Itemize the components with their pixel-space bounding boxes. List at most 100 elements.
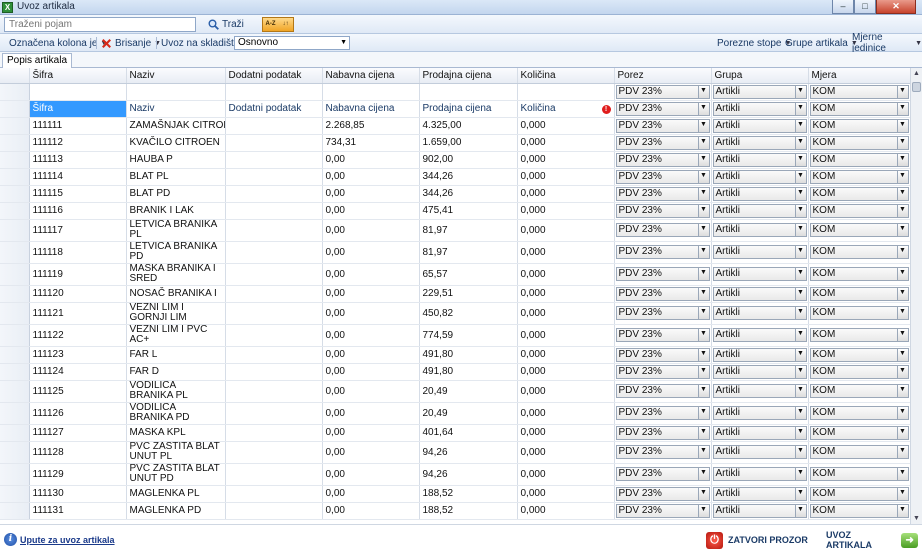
import-items-button[interactable]: UVOZ ARTIKALA ➜ bbox=[826, 530, 918, 550]
cell-sifra[interactable]: 111124 bbox=[29, 363, 127, 381]
cell-naziv[interactable]: VODILICA BRANIKA PD bbox=[126, 402, 226, 425]
mjera-dropdown[interactable]: KOM ▼ bbox=[809, 425, 909, 440]
delete-menu[interactable]: Brisanje ▼ bbox=[101, 36, 161, 50]
cell-dodatni[interactable] bbox=[225, 402, 323, 425]
cell-prodajna[interactable]: 344,26 bbox=[419, 185, 518, 203]
table-row[interactable]: 111129 PVC ZAŠTITA BLAT UNUT PD 0,00 94,26 0… bbox=[0, 463, 910, 486]
table-row[interactable]: 111113 HAUBA P 0,00 902,00 0,000 PDV 23% ▼ Arti… bbox=[0, 151, 910, 169]
cell-kolicina[interactable]: 0,000 bbox=[517, 219, 615, 242]
cell-sifra[interactable]: 111123 bbox=[29, 346, 127, 364]
mjera-dropdown[interactable]: KOM ▼ bbox=[809, 186, 909, 201]
cell-prodajna[interactable]: 401,64 bbox=[419, 424, 518, 442]
cell-kolicina[interactable]: 0,000 bbox=[517, 134, 615, 152]
cell-prodajna[interactable]: 20,49 bbox=[419, 380, 518, 403]
porez-dropdown[interactable]: PDV 23% ▼ bbox=[615, 306, 710, 320]
col-header-sifra[interactable]: Šifra bbox=[29, 68, 127, 84]
porez-dropdown[interactable]: PDV 23% ▼ bbox=[615, 364, 710, 379]
table-row[interactable]: 111130 MAGLENKA PL 0,00 188,52 0,000 PDV 23% ▼… bbox=[0, 485, 910, 503]
maximize-button[interactable]: □ bbox=[854, 0, 876, 14]
cell-kolicina[interactable]: 0,000 bbox=[517, 424, 615, 442]
porez-dropdown[interactable]: PDV 23% ▼ bbox=[615, 328, 710, 342]
grupa-dropdown[interactable]: Artikli ▼ bbox=[712, 267, 807, 281]
mjera-dropdown[interactable]: KOM ▼ bbox=[809, 384, 909, 398]
grupa-dropdown[interactable]: Artikli ▼ bbox=[712, 486, 807, 501]
cell-prodajna[interactable]: 229,51 bbox=[419, 285, 518, 303]
cell-naziv[interactable]: ZAMAŠNJAK CITROEN bbox=[126, 117, 226, 135]
porez-dropdown[interactable]: PDV 23% ▼ bbox=[615, 267, 710, 281]
table-row[interactable]: 111120 NOSAČ BRANIKA I 0,00 229,51 0,000 PDV … bbox=[0, 285, 910, 303]
mjera-dropdown[interactable]: KOM ▼ bbox=[809, 364, 909, 379]
cell-naziv[interactable]: VODILICA BRANIKA PL bbox=[126, 380, 226, 403]
cell-prodajna[interactable]: 774,59 bbox=[419, 324, 518, 347]
col-header-mjera[interactable]: Mjera bbox=[808, 68, 910, 84]
porez-dropdown[interactable]: PDV 23% ▼ bbox=[615, 486, 710, 501]
cell-kolicina[interactable]: 0,000 bbox=[517, 346, 615, 364]
cell-nabavna[interactable]: 0,00 bbox=[322, 263, 420, 286]
cell-sifra[interactable]: 111117 bbox=[29, 219, 127, 242]
cell-prodajna[interactable]: 450,82 bbox=[419, 302, 518, 325]
grupa-dropdown[interactable]: Artikli ▼ bbox=[712, 118, 807, 133]
units-menu[interactable]: Mjerne jedinice ▼ bbox=[852, 32, 922, 54]
sort-button[interactable]: A-Z ↓↑ bbox=[262, 17, 294, 32]
cell-sifra[interactable]: 111119 bbox=[29, 263, 127, 286]
vertical-scrollbar[interactable]: ▲ ▼ bbox=[910, 68, 922, 524]
cell-kolicina[interactable]: 0,000 bbox=[517, 202, 615, 220]
filter-cell[interactable] bbox=[225, 83, 323, 101]
cell-dodatni[interactable] bbox=[225, 168, 323, 186]
cell-naziv[interactable]: LETVICA BRANIKA PD bbox=[126, 241, 226, 264]
scroll-down-icon[interactable]: ▼ bbox=[911, 513, 922, 524]
cell-sifra[interactable]: 111115 bbox=[29, 185, 127, 203]
cell-dodatni[interactable] bbox=[225, 241, 323, 264]
cell-naziv[interactable]: MASKA KPL bbox=[126, 424, 226, 442]
cell-naziv[interactable]: BRANIK I LAK bbox=[126, 202, 226, 220]
col-header-dodatni[interactable]: Dodatni podatak bbox=[225, 68, 323, 84]
mjera-dropdown[interactable]: KOM ▼ bbox=[809, 306, 909, 320]
mjera-dropdown[interactable]: KOM ▼ bbox=[809, 118, 909, 133]
col-header-prodajna[interactable]: Prodajna cijena bbox=[419, 68, 518, 84]
cell-sifra[interactable]: 111129 bbox=[29, 463, 127, 486]
cell-sifra[interactable]: 111111 bbox=[29, 117, 127, 135]
cell-nabavna[interactable]: 0,00 bbox=[322, 424, 420, 442]
mjera-dropdown[interactable]: KOM ▼ bbox=[809, 486, 909, 501]
cell-kolicina[interactable]: 0,000 bbox=[517, 241, 615, 264]
cell-prodajna[interactable]: 475,41 bbox=[419, 202, 518, 220]
grupa-dropdown[interactable]: Artikli ▼ bbox=[712, 84, 807, 99]
item-groups-menu[interactable]: Grupe artikala ▼ bbox=[785, 36, 858, 50]
cell-kolicina[interactable]: 0,000 bbox=[517, 324, 615, 347]
cell-naziv[interactable]: LETVICA BRANIKA PL bbox=[126, 219, 226, 242]
cell-prodajna[interactable]: 81,97 bbox=[419, 219, 518, 242]
grupa-dropdown[interactable]: Artikli ▼ bbox=[712, 169, 807, 184]
cell-sifra[interactable]: 111125 bbox=[29, 380, 127, 403]
col-header-nabavna[interactable]: Nabavna cijena bbox=[322, 68, 420, 84]
cell-dodatni[interactable] bbox=[225, 285, 323, 303]
grupa-dropdown[interactable]: Artikli ▼ bbox=[712, 186, 807, 201]
cell-kolicina[interactable]: 0,000 bbox=[517, 485, 615, 503]
grupa-dropdown[interactable]: Artikli ▼ bbox=[712, 286, 807, 301]
porez-dropdown[interactable]: PDV 23% ▼ bbox=[615, 286, 710, 301]
cell-prodajna[interactable]: 491,80 bbox=[419, 346, 518, 364]
table-row[interactable]: 111112 KVAČILO CITROEN 734,31 1.659,00 0,000… bbox=[0, 134, 910, 152]
cell-nabavna[interactable]: 2.268,85 bbox=[322, 117, 420, 135]
grupa-dropdown[interactable]: Artikli ▼ bbox=[712, 306, 807, 320]
grupa-dropdown[interactable]: Artikli ▼ bbox=[712, 135, 807, 150]
mjera-dropdown[interactable]: KOM ▼ bbox=[809, 445, 909, 459]
porez-dropdown[interactable]: PDV 23% ▼ bbox=[615, 84, 710, 99]
cell-dodatni[interactable] bbox=[225, 202, 323, 220]
cell-dodatni[interactable] bbox=[225, 424, 323, 442]
mapping-cell-nabavna[interactable]: Nabavna cijena bbox=[322, 100, 420, 118]
cell-naziv[interactable]: BLAT PL bbox=[126, 168, 226, 186]
mjera-dropdown[interactable]: KOM ▼ bbox=[809, 101, 909, 116]
porez-dropdown[interactable]: PDV 23% ▼ bbox=[615, 245, 710, 259]
grupa-dropdown[interactable]: Artikli ▼ bbox=[712, 223, 807, 237]
filter-cell[interactable] bbox=[517, 83, 615, 101]
mapping-cell-kolicina[interactable]: ! Količina bbox=[517, 100, 615, 118]
porez-dropdown[interactable]: PDV 23% ▼ bbox=[615, 169, 710, 184]
cell-dodatni[interactable] bbox=[225, 302, 323, 325]
porez-dropdown[interactable]: PDV 23% ▼ bbox=[615, 445, 710, 459]
porez-dropdown[interactable]: PDV 23% ▼ bbox=[615, 347, 710, 362]
porez-dropdown[interactable]: PDV 23% ▼ bbox=[615, 186, 710, 201]
cell-sifra[interactable]: 111121 bbox=[29, 302, 127, 325]
cell-naziv[interactable]: KVAČILO CITROEN bbox=[126, 134, 226, 152]
cell-nabavna[interactable]: 0,00 bbox=[322, 363, 420, 381]
mjera-dropdown[interactable]: KOM ▼ bbox=[809, 503, 909, 518]
